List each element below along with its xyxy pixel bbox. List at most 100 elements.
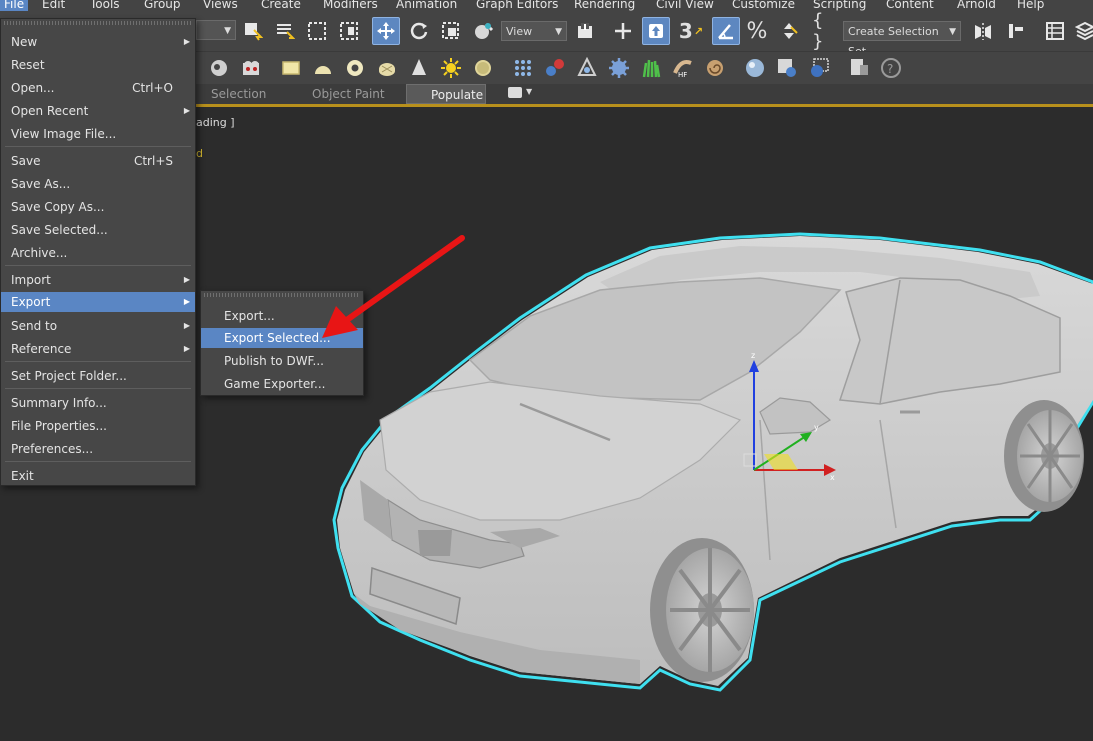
file-menu-export[interactable]: Export ▶ — [1, 292, 195, 312]
menu-arnold[interactable]: Arnold — [957, 0, 996, 11]
submenu-arrow-icon: ▶ — [183, 297, 190, 306]
select-manipulate-icon[interactable] — [610, 18, 636, 44]
file-menu-import[interactable]: Import ▶ — [1, 270, 195, 290]
percent-snap-icon[interactable]: % — [744, 18, 770, 44]
torus-primitive-icon[interactable] — [342, 55, 368, 81]
angle-snap-icon[interactable] — [712, 17, 740, 45]
file-menu-exit[interactable]: Exit — [1, 466, 195, 486]
menu-animation[interactable]: Animation — [396, 0, 457, 11]
file-menu-reset[interactable]: Reset — [1, 55, 195, 75]
chevron-down-icon[interactable]: ▼ — [526, 87, 532, 96]
menu-edit[interactable]: Edit — [42, 0, 65, 11]
particle-grid-icon[interactable] — [510, 55, 536, 81]
export-submenu-publish-dwf[interactable]: Publish to DWF... — [201, 351, 363, 371]
menu-rendering[interactable]: Rendering — [574, 0, 635, 11]
select-by-name-icon[interactable] — [272, 18, 298, 44]
file-menu-open-recent[interactable]: Open Recent ▶ — [1, 101, 195, 121]
gizmo-x-label: x — [830, 473, 835, 482]
mirror-icon[interactable] — [970, 18, 996, 44]
render-setup-icon[interactable] — [238, 55, 264, 81]
menu-file[interactable]: File — [0, 0, 29, 11]
align-icon[interactable] — [1002, 18, 1028, 44]
edit-named-selection-icon[interactable]: { } — [812, 10, 838, 52]
pivot-center-icon[interactable] — [572, 18, 598, 44]
file-menu-save-copy-as[interactable]: Save Copy As... — [1, 197, 195, 217]
select-and-place-icon[interactable] — [470, 18, 496, 44]
scene-explorer-icon[interactable] — [1042, 18, 1068, 44]
disc-primitive-icon[interactable] — [470, 55, 496, 81]
transform-gizmo[interactable]: z y x — [740, 350, 840, 490]
reference-coordinate-dropdown[interactable]: View ▼ — [501, 21, 567, 41]
tab-object-paint[interactable]: Object Paint — [312, 84, 385, 104]
menu-bar: File Edit Tools Group Views Create Modif… — [0, 0, 1093, 11]
ribbon-options-icon[interactable] — [508, 87, 522, 98]
menu-customize[interactable]: Customize — [732, 0, 795, 11]
svg-text:?: ? — [887, 62, 893, 76]
annotation-arrow-icon — [322, 235, 465, 338]
tab-selection[interactable]: Selection — [211, 84, 266, 104]
menu-content[interactable]: Content — [886, 0, 934, 11]
select-object-icon[interactable] — [240, 18, 266, 44]
rectangular-selection-icon[interactable] — [304, 18, 330, 44]
submenu-arrow-icon: ▶ — [183, 321, 190, 330]
file-menu-summary-info[interactable]: Summary Info... — [1, 393, 195, 413]
select-and-move-icon[interactable] — [372, 17, 400, 45]
geosphere-primitive-icon[interactable] — [374, 55, 400, 81]
gizmo-y-label: y — [814, 423, 819, 432]
shell-icon[interactable] — [702, 55, 728, 81]
compass-icon[interactable] — [574, 55, 600, 81]
teapot-render-icon[interactable] — [206, 55, 232, 81]
menu-views[interactable]: Views — [203, 0, 238, 11]
window-crossing-icon[interactable] — [336, 18, 362, 44]
menu-group[interactable]: Group — [144, 0, 181, 11]
snaps-toggle-icon[interactable]: 3 ↗ — [678, 18, 704, 44]
menu-graph-editors[interactable]: Graph Editors — [476, 0, 558, 11]
svg-text:HF: HF — [678, 71, 687, 79]
file-menu-save-as[interactable]: Save As... — [1, 174, 195, 194]
file-menu: New ▶ Reset Open... Ctrl+O Open Recent ▶ Vi… — [0, 18, 196, 486]
render-production-icon[interactable] — [806, 55, 832, 81]
keyboard-shortcut-override-icon[interactable] — [642, 17, 670, 45]
submenu-arrow-icon: ▶ — [183, 106, 190, 115]
sun-light-icon[interactable] — [438, 55, 464, 81]
select-and-rotate-icon[interactable] — [406, 18, 432, 44]
file-menu-reference[interactable]: Reference ▶ — [1, 339, 195, 359]
hair-fur-icon[interactable]: HF — [670, 55, 696, 81]
file-menu-new[interactable]: New ▶ — [1, 32, 195, 52]
menu-modifiers[interactable]: Modifiers — [323, 0, 378, 11]
named-selection-set-dropdown[interactable]: Create Selection Set▼ — [843, 21, 961, 58]
molecule-icon[interactable] — [542, 55, 568, 81]
submenu-arrow-icon: ▶ — [183, 275, 190, 284]
file-menu-preferences[interactable]: Preferences... — [1, 439, 195, 459]
hemisphere-primitive-icon[interactable] — [310, 55, 336, 81]
file-menu-file-properties[interactable]: File Properties... — [1, 416, 195, 436]
file-menu-save-selected[interactable]: Save Selected... — [1, 220, 195, 240]
file-menu-open[interactable]: Open... Ctrl+O — [1, 78, 195, 98]
menu-separator — [5, 146, 191, 147]
render-settings-icon[interactable] — [846, 55, 872, 81]
export-submenu-game-exporter[interactable]: Game Exporter... — [201, 374, 363, 394]
gear-icon[interactable] — [606, 55, 632, 81]
selection-filter-dropdown[interactable]: ▼ — [196, 20, 236, 40]
material-sphere-icon[interactable] — [742, 55, 768, 81]
render-frame-icon[interactable] — [774, 55, 800, 81]
menu-tools[interactable]: Tools — [90, 0, 120, 11]
submenu-arrow-icon: ▶ — [183, 37, 190, 46]
file-menu-view-image-file[interactable]: View Image File... — [1, 124, 195, 144]
file-menu-set-project-folder[interactable]: Set Project Folder... — [1, 366, 195, 386]
layer-explorer-icon[interactable] — [1072, 18, 1093, 44]
menu-create[interactable]: Create — [261, 0, 301, 11]
menu-civil-view[interactable]: Civil View — [656, 0, 714, 11]
spinner-snap-icon[interactable] — [776, 18, 802, 44]
menu-separator — [5, 265, 191, 266]
cone-primitive-icon[interactable] — [406, 55, 432, 81]
grass-icon[interactable] — [638, 55, 664, 81]
select-and-scale-icon[interactable] — [438, 18, 464, 44]
file-menu-save[interactable]: Save Ctrl+S — [1, 151, 195, 171]
menu-help[interactable]: Help — [1017, 0, 1044, 11]
file-menu-send-to[interactable]: Send to ▶ — [1, 316, 195, 336]
help-icon[interactable]: ? — [878, 55, 904, 81]
file-menu-archive[interactable]: Archive... — [1, 243, 195, 263]
plane-primitive-icon[interactable] — [278, 55, 304, 81]
tab-populate[interactable]: Populate — [406, 84, 486, 104]
